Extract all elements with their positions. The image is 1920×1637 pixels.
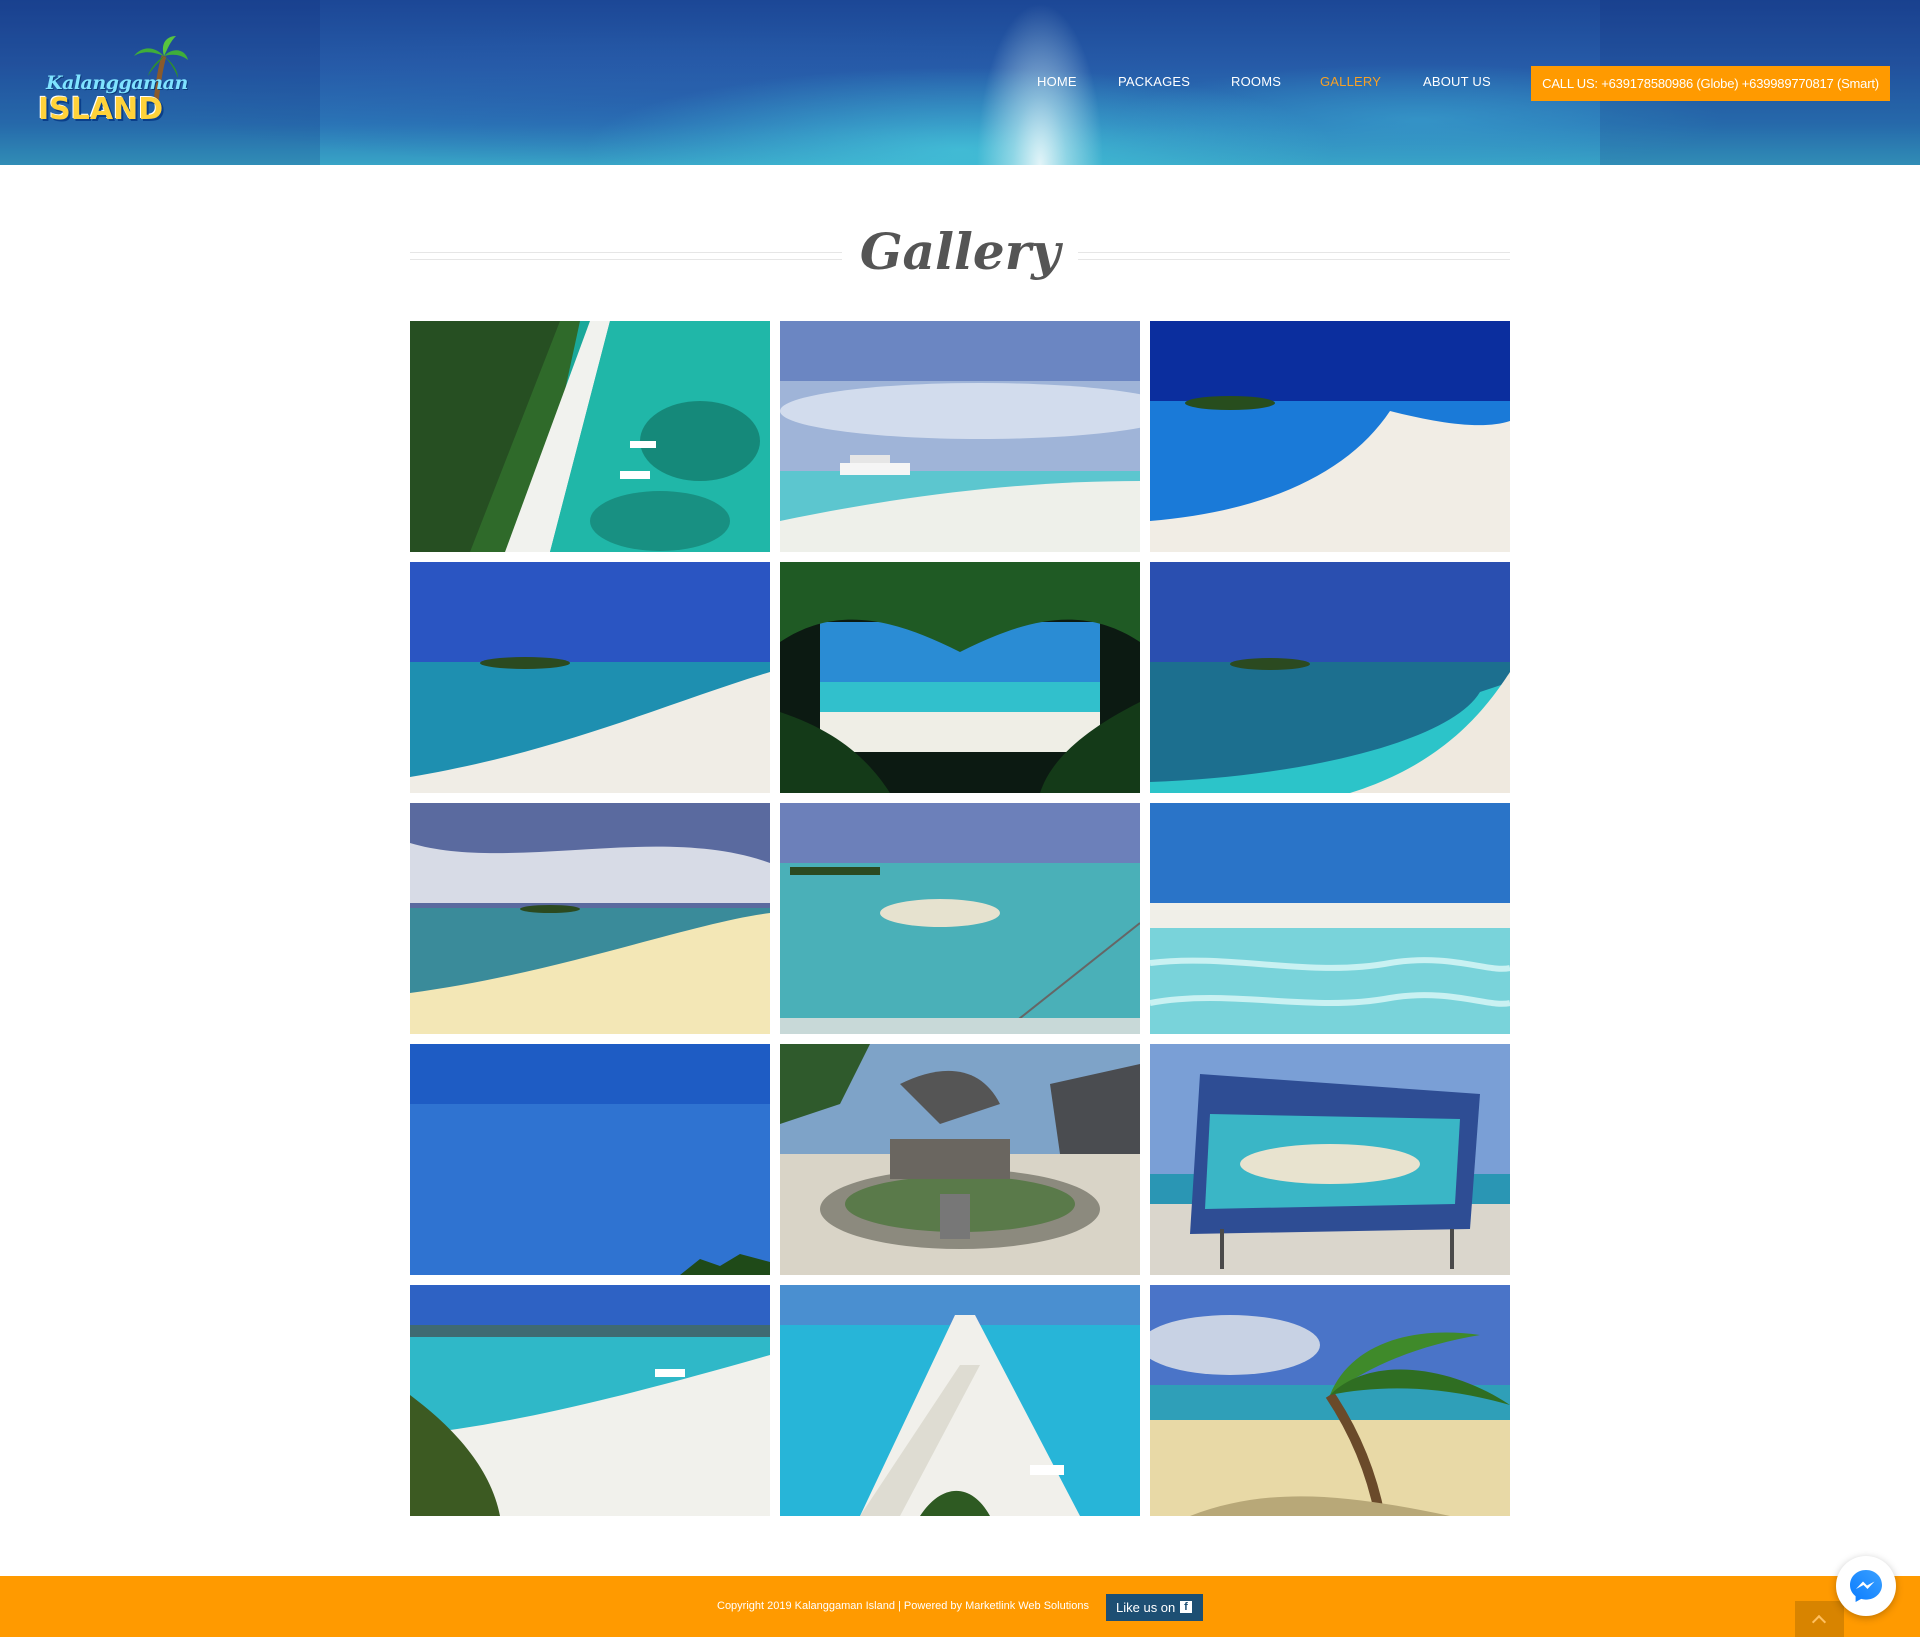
logo-script-text: Kalanggaman (46, 72, 188, 94)
gallery-image[interactable] (1150, 1285, 1510, 1516)
gallery-image[interactable] (780, 321, 1140, 552)
nav-rooms[interactable]: ROOMS (1231, 74, 1281, 89)
gallery-image[interactable] (780, 1285, 1140, 1516)
chevron-up-icon (1811, 1614, 1827, 1630)
facebook-like-button[interactable]: Like us on f (1106, 1594, 1203, 1621)
gallery-image[interactable] (1150, 803, 1510, 1034)
gallery-heading: Gallery (410, 222, 1510, 292)
site-header: Kalanggaman ISLAND HOME PACKAGES ROOMS G… (0, 0, 1920, 165)
title-divider-left (410, 252, 842, 260)
gallery-image[interactable] (780, 803, 1140, 1034)
logo-block-text: ISLAND (38, 92, 164, 127)
gallery-image[interactable] (410, 803, 770, 1034)
nav-about-us[interactable]: ABOUT US (1423, 74, 1491, 89)
gallery-image[interactable] (1150, 1044, 1510, 1275)
nav-gallery[interactable]: GALLERY (1320, 74, 1381, 89)
gallery-image[interactable] (780, 1044, 1140, 1275)
site-logo[interactable]: Kalanggaman ISLAND (34, 34, 188, 127)
gallery-image[interactable] (410, 1044, 770, 1275)
gallery-image[interactable] (410, 1285, 770, 1516)
facebook-icon: f (1180, 1601, 1192, 1613)
gallery-image[interactable] (780, 562, 1140, 793)
call-us-button[interactable]: CALL US: +639178580986 (Globe) +63998977… (1531, 66, 1890, 101)
gallery-image[interactable] (410, 321, 770, 552)
gallery-image[interactable] (1150, 562, 1510, 793)
nav-packages[interactable]: PACKAGES (1118, 74, 1190, 89)
messenger-icon (1850, 1570, 1882, 1602)
like-label: Like us on (1116, 1600, 1176, 1615)
site-footer: Copyright 2019 Kalanggaman Island | Powe… (0, 1576, 1920, 1637)
back-to-top-button[interactable] (1795, 1601, 1844, 1637)
gallery-image[interactable] (1150, 321, 1510, 552)
nav-home[interactable]: HOME (1037, 74, 1077, 89)
gallery-image[interactable] (410, 562, 770, 793)
messenger-chat-button[interactable] (1836, 1556, 1896, 1616)
page-title: Gallery (859, 222, 1061, 281)
copyright-text: Copyright 2019 Kalanggaman Island | Powe… (717, 1600, 1089, 1612)
title-divider-right (1078, 252, 1510, 260)
